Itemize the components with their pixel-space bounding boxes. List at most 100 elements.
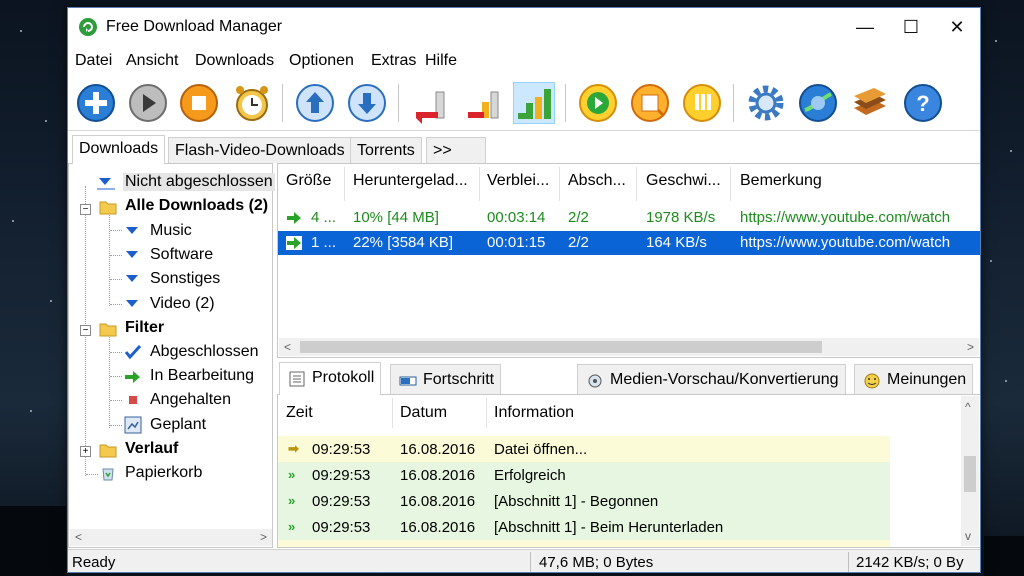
tree-item-music[interactable]: Music (124, 221, 274, 243)
log-date: 16.08.2016 (400, 519, 476, 536)
start-button[interactable] (127, 82, 169, 124)
scrollbar-thumb[interactable] (300, 341, 822, 353)
download-row[interactable]: 4 ... 10% [44 MB] 00:03:14 2/2 1978 KB/s… (278, 206, 980, 230)
new-download-button[interactable] (75, 82, 117, 124)
scrollbar-thumb[interactable] (964, 456, 976, 492)
fdm-logo-icon (79, 18, 97, 36)
traffic-high-button[interactable] (513, 82, 555, 124)
menu-optionen[interactable]: Optionen (289, 52, 354, 70)
menu-downloads[interactable]: Downloads (195, 52, 274, 70)
tab-torrents[interactable]: Torrents (350, 137, 422, 163)
download-sections: 2/2 (568, 209, 589, 226)
column-header-speed[interactable]: Geschwi... (646, 172, 721, 190)
menu-ansicht[interactable]: Ansicht (126, 52, 178, 70)
tree-item-video[interactable]: Video (2) (124, 294, 274, 316)
down-arrow-icon (124, 224, 142, 240)
scroll-left-arrow[interactable]: < (284, 340, 291, 354)
tab-flash-video-downloads[interactable]: Flash-Video-Downloads (168, 137, 352, 163)
convert-button[interactable] (629, 82, 671, 124)
log-row[interactable]: » 09:29:53 16.08.2016 [Abschnitt 1] - Beim … (278, 514, 890, 540)
traffic-low-button[interactable] (410, 82, 452, 124)
browser-integration-button[interactable] (797, 82, 839, 124)
maximize-button[interactable]: ☐ (888, 8, 934, 46)
tree-item-filter[interactable]: Filter (99, 318, 275, 340)
download-row-selected[interactable]: 1 ... 22% [3584 KB] 00:01:15 2/2 164 KB/… (278, 231, 980, 255)
pause-all-button[interactable] (681, 82, 723, 124)
download-speed: 1978 KB/s (646, 209, 716, 226)
scroll-down-arrow[interactable]: v (965, 529, 971, 543)
convert-icon (631, 84, 669, 122)
log-time: 09:29:53 (312, 545, 370, 547)
tab-medien-vorschau[interactable]: Medien-Vorschau/Konvertierung (577, 364, 846, 394)
tree-item-verlauf[interactable]: Verlauf (99, 439, 275, 461)
category-tree: Nicht abgeschlossen − Alle Downloads (2)… (68, 163, 275, 548)
tree-item-papierkorb[interactable]: Papierkorb (99, 463, 275, 485)
tree-item-sonstiges[interactable]: Sonstiges (124, 269, 274, 291)
download-size: 1 ... (311, 234, 337, 251)
column-header-information[interactable]: Information (494, 404, 574, 422)
tab-fortschritt[interactable]: Fortschritt (390, 364, 502, 394)
tree-item-abgeschlossen[interactable]: Abgeschlossen (124, 342, 274, 364)
help-button[interactable]: ? (902, 82, 944, 124)
stop-button[interactable] (178, 82, 220, 124)
scroll-left-arrow[interactable]: < (75, 530, 82, 544)
scheduler-button[interactable] (231, 82, 273, 124)
menu-extras[interactable]: Extras (371, 52, 416, 70)
log-info: [Abschnitt 1] - Begonnen (494, 493, 659, 510)
tab-downloads[interactable]: Downloads (72, 135, 166, 164)
log-row[interactable]: » 09:29:53 16.08.2016 [Abschnitt 1] - Begon… (278, 488, 890, 514)
log-row[interactable]: » 09:29:53 16.08.2016 Erfolgreich (278, 462, 890, 488)
tab-meinungen[interactable]: Meinungen (854, 364, 974, 394)
expander-verlauf[interactable]: + (80, 446, 91, 457)
down-arrow-icon (97, 175, 115, 191)
column-header-downloaded[interactable]: Heruntergelad... (353, 172, 468, 190)
column-header-date[interactable]: Datum (400, 404, 447, 422)
tree-item-alle-downloads[interactable]: Alle Downloads (2) (99, 196, 275, 218)
log-time: 09:29:53 (312, 519, 371, 536)
log-date: 16.08.2016 (400, 467, 476, 484)
download-progress: 10% [44 MB] (353, 209, 439, 226)
column-header-time[interactable]: Zeit (286, 404, 313, 422)
tree-item-software[interactable]: Software (124, 245, 274, 267)
title-bar[interactable]: Free Download Manager — ☐ ✕ (68, 8, 980, 46)
log-info: [Abschnitt 1] - Beim Herunterladen (494, 519, 724, 536)
menu-datei[interactable]: Datei (75, 52, 112, 70)
books-button[interactable] (849, 82, 891, 124)
download-list-horizontal-scrollbar[interactable]: < > (279, 338, 979, 356)
status-size: 47,6 MB; 0 Bytes (539, 554, 654, 571)
tree-horizontal-scrollbar[interactable]: < > (70, 529, 272, 546)
log-row[interactable]: ➡ 09:29:53 16.08.2016 Erzeuge neuen Abschni… (278, 540, 890, 547)
scroll-right-arrow[interactable]: > (260, 530, 267, 544)
app-window: Free Download Manager — ☐ ✕ Datei Ansich… (67, 7, 981, 573)
tree-item-angehalten[interactable]: Angehalten (124, 390, 274, 412)
green-arrow-icon (286, 211, 302, 229)
category-tabs: Downloads Flash-Video-Downloads Torrents… (68, 135, 488, 164)
scroll-up-arrow[interactable]: ^ (965, 400, 971, 414)
expander-filter[interactable]: − (80, 325, 91, 336)
tree-item-geplant[interactable]: Geplant (124, 415, 274, 437)
menu-hilfe[interactable]: Hilfe (425, 52, 457, 70)
column-header-comment[interactable]: Bemerkung (740, 172, 822, 190)
column-header-sections[interactable]: Absch... (568, 172, 626, 190)
traffic-medium-button[interactable] (462, 82, 504, 124)
traffic-high-icon (518, 89, 551, 119)
log-vertical-scrollbar[interactable]: ^ v (961, 396, 979, 546)
column-header-size[interactable]: Größe (286, 172, 331, 190)
tab-more[interactable]: >> (426, 137, 486, 163)
tree-item-nicht-abgeschlossen[interactable]: Nicht abgeschlossen (97, 172, 275, 194)
download-video-button[interactable] (577, 82, 619, 124)
log-row[interactable]: ➡ 09:29:53 16.08.2016 Datei öffnen... (278, 436, 890, 462)
settings-button[interactable] (745, 82, 787, 124)
green-arrow-icon (124, 369, 142, 385)
expander-alle-downloads[interactable]: − (80, 204, 91, 215)
log-info: Datei öffnen... (494, 441, 588, 458)
close-button[interactable]: ✕ (934, 8, 980, 46)
move-up-button[interactable] (294, 82, 336, 124)
column-header-remaining[interactable]: Verblei... (487, 172, 549, 190)
scroll-right-arrow[interactable]: > (967, 340, 974, 354)
tree-item-in-bearbeitung[interactable]: In Bearbeitung (124, 366, 274, 388)
new-download-icon (77, 84, 115, 122)
tab-protokoll[interactable]: Protokoll (279, 362, 382, 395)
minimize-button[interactable]: — (842, 8, 888, 46)
move-down-button[interactable] (346, 82, 388, 124)
